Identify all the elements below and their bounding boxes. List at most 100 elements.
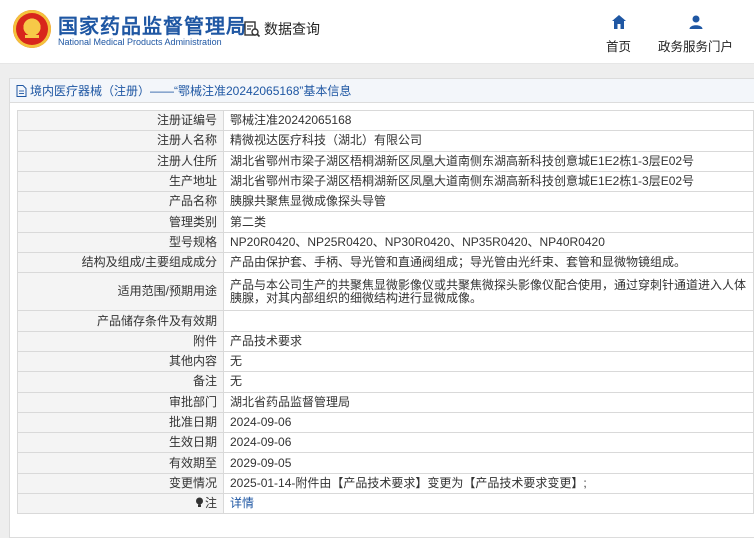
- field-value-text: 产品与本公司生产的共聚焦显微影像仪或共聚焦微探头影像仪配合使用，通过穿刺针通道进…: [230, 277, 747, 305]
- table-row: 有效期至 2029-09-05: [17, 452, 754, 474]
- field-value-text: 2024-09-06: [230, 435, 292, 450]
- field-label: 产品名称: [17, 191, 224, 213]
- field-label-text: 注册人住所: [156, 153, 217, 168]
- table-row: 产品储存条件及有效期: [17, 310, 754, 332]
- field-label: 产品储存条件及有效期: [17, 310, 224, 332]
- field-label-text: 其他内容: [168, 354, 217, 369]
- table-row: 注册证编号 鄂械注准20242065168: [17, 109, 754, 132]
- table-row: 附件 产品技术要求: [17, 330, 754, 352]
- table-row: 生效日期 2024-09-06: [17, 432, 754, 454]
- field-label-text: 注: [204, 496, 217, 511]
- table-row: 结构及组成/主要组成成分 产品由保护套、手柄、导光管和直通阀组成；导光管由光纤束、…: [17, 252, 754, 274]
- home-icon: [611, 15, 626, 29]
- registration-info-table: 注册证编号 鄂械注准20242065168 注册人名称 精微视达医疗科技（湖北）有限公…: [17, 109, 754, 515]
- field-value: 2024-09-06: [223, 411, 754, 434]
- field-value: 鄂械注准20242065168: [223, 109, 754, 132]
- field-label-text: 生效日期: [168, 435, 217, 450]
- field-label: 适用范围/预期用途: [17, 272, 224, 312]
- field-value-text: 湖北省药品监督管理局: [230, 394, 351, 409]
- field-value: 精微视达医疗科技（湖北）有限公司: [223, 130, 754, 152]
- brand-title-en: National Medical Products Administration: [58, 37, 222, 47]
- field-label: 注册人名称: [17, 130, 224, 152]
- field-value: 无: [223, 371, 754, 393]
- field-value-text: 产品技术要求: [230, 333, 303, 348]
- table-row: 批准日期 2024-09-06: [17, 411, 754, 434]
- field-value: 湖北省鄂州市梁子湖区梧桐湖新区凤凰大道南侧东湖高新科技创意城E1E2栋1-3层E…: [223, 170, 754, 193]
- field-value-text: 2029-09-05: [230, 455, 292, 470]
- field-label: 结构及组成/主要组成成分: [17, 252, 224, 274]
- field-label: 注册证编号: [17, 109, 224, 132]
- field-value-text: 产品由保护套、手柄、导光管和直通阀组成；导光管由光纤束、套管和显微物镜组成。: [230, 255, 687, 270]
- table-row: 管理类别 第二类: [17, 211, 754, 233]
- field-value-text: 无: [230, 374, 243, 389]
- field-label-text: 有效期至: [168, 455, 217, 470]
- field-label: 注册人住所: [17, 150, 224, 172]
- field-label-text: 批准日期: [168, 415, 217, 429]
- field-label: 批准日期: [17, 411, 224, 434]
- field-label: 注: [17, 493, 224, 515]
- field-value-text: 胰腺共聚焦显微成像探头导管: [230, 194, 387, 209]
- user-icon: [689, 15, 702, 29]
- field-label-text: 产品名称: [168, 194, 217, 209]
- field-label: 管理类别: [17, 211, 224, 233]
- field-label: 备注: [17, 371, 224, 393]
- national-emblem-logo[interactable]: [13, 10, 51, 48]
- table-row: 注册人名称 精微视达医疗科技（湖北）有限公司: [17, 130, 754, 152]
- field-value: 2029-09-05: [223, 452, 754, 474]
- breadcrumb: 境内医疗器械（注册）——“鄂械注准20242065168”基本信息: [10, 79, 754, 103]
- table-row: 注详情: [17, 493, 754, 515]
- field-value-text: 2025-01-14-附件由【产品技术要求】变更为【产品技术要求变更】;: [230, 475, 587, 490]
- field-value: 产品由保护套、手柄、导光管和直通阀组成；导光管由光纤束、套管和显微物镜组成。: [223, 252, 754, 274]
- details-link[interactable]: 详情: [230, 496, 254, 510]
- table-row: 适用范围/预期用途 产品与本公司生产的共聚焦显微影像仪或共聚焦微探头影像仪配合使用…: [17, 272, 754, 312]
- field-label-text: 备注: [192, 374, 217, 389]
- field-label-text: 审批部门: [168, 394, 217, 409]
- table-row: 生产地址 湖北省鄂州市梁子湖区梧桐湖新区凤凰大道南侧东湖高新科技创意城E1E2栋1…: [17, 170, 754, 193]
- field-value: 产品技术要求: [223, 330, 754, 352]
- data-query-label: 数据查询: [264, 21, 320, 37]
- nav-home-label: 首页: [606, 40, 632, 54]
- field-label-text: 适用范围/预期用途: [117, 284, 217, 299]
- field-value-text: 2024-09-06: [230, 415, 292, 429]
- field-value: 湖北省药品监督管理局: [223, 391, 754, 413]
- data-query-link[interactable]: 数据查询: [243, 19, 320, 39]
- field-label-text: 生产地址: [168, 174, 217, 189]
- field-value-text: 湖北省鄂州市梁子湖区梧桐湖新区凤凰大道南侧东湖高新科技创意城E1E2栋1-3层E…: [230, 174, 695, 189]
- field-label-text: 变更情况: [168, 475, 217, 490]
- field-value-text: 鄂械注准20242065168: [230, 113, 352, 128]
- field-value: 第二类: [223, 211, 754, 233]
- field-label: 变更情况: [17, 472, 224, 495]
- document-icon: [16, 84, 27, 97]
- field-value-text: 湖北省鄂州市梁子湖区梧桐湖新区凤凰大道南侧东湖高新科技创意城E1E2栋1-3层E…: [230, 153, 695, 168]
- table-row: 型号规格 NP20R0420、NP25R0420、NP30R0420、NP35R0…: [17, 231, 754, 254]
- field-value-text: 无: [230, 354, 243, 369]
- field-label-text: 注册证编号: [156, 113, 217, 128]
- breadcrumb-text: 境内医疗器械（注册）——“鄂械注准20242065168”基本信息: [30, 84, 352, 98]
- field-label-text: 附件: [192, 333, 217, 348]
- nav-home[interactable]: 首页: [606, 14, 631, 55]
- field-value: 无: [223, 350, 754, 373]
- field-value: 胰腺共聚焦显微成像探头导管: [223, 191, 754, 213]
- field-value: 2024-09-06: [223, 432, 754, 454]
- field-value: NP20R0420、NP25R0420、NP30R0420、NP35R0420、…: [223, 231, 754, 254]
- table-row: 注册人住所 湖北省鄂州市梁子湖区梧桐湖新区凤凰大道南侧东湖高新科技创意城E1E2栋…: [17, 150, 754, 172]
- field-label: 附件: [17, 330, 224, 352]
- nav-service-label: 政务服务门户: [658, 40, 734, 54]
- field-value-text: NP20R0420、NP25R0420、NP30R0420、NP35R0420、…: [230, 234, 605, 249]
- field-label-text: 型号规格: [168, 234, 217, 249]
- field-label: 有效期至: [17, 452, 224, 474]
- brand-title-cn[interactable]: 国家药品监督管理局: [58, 10, 247, 39]
- field-value: 湖北省鄂州市梁子湖区梧桐湖新区凤凰大道南侧东湖高新科技创意城E1E2栋1-3层E…: [223, 150, 754, 172]
- field-label-text: 结构及组成/主要组成成分: [81, 255, 217, 270]
- document-search-icon: [244, 21, 261, 38]
- field-value: [223, 310, 754, 332]
- table-row: 变更情况 2025-01-14-附件由【产品技术要求】变更为【产品技术要求变更】;: [17, 472, 754, 495]
- field-value-text: 第二类: [230, 214, 267, 229]
- field-label: 型号规格: [17, 231, 224, 254]
- table-row: 产品名称 胰腺共聚焦显微成像探头导管: [17, 191, 754, 213]
- nav-service-portal[interactable]: 政务服务门户: [658, 14, 733, 55]
- field-label: 其他内容: [17, 350, 224, 373]
- field-label: 生效日期: [17, 432, 224, 454]
- lightbulb-icon: [195, 497, 203, 508]
- field-value: 产品与本公司生产的共聚焦显微影像仪或共聚焦微探头影像仪配合使用，通过穿刺针通道进…: [223, 272, 754, 312]
